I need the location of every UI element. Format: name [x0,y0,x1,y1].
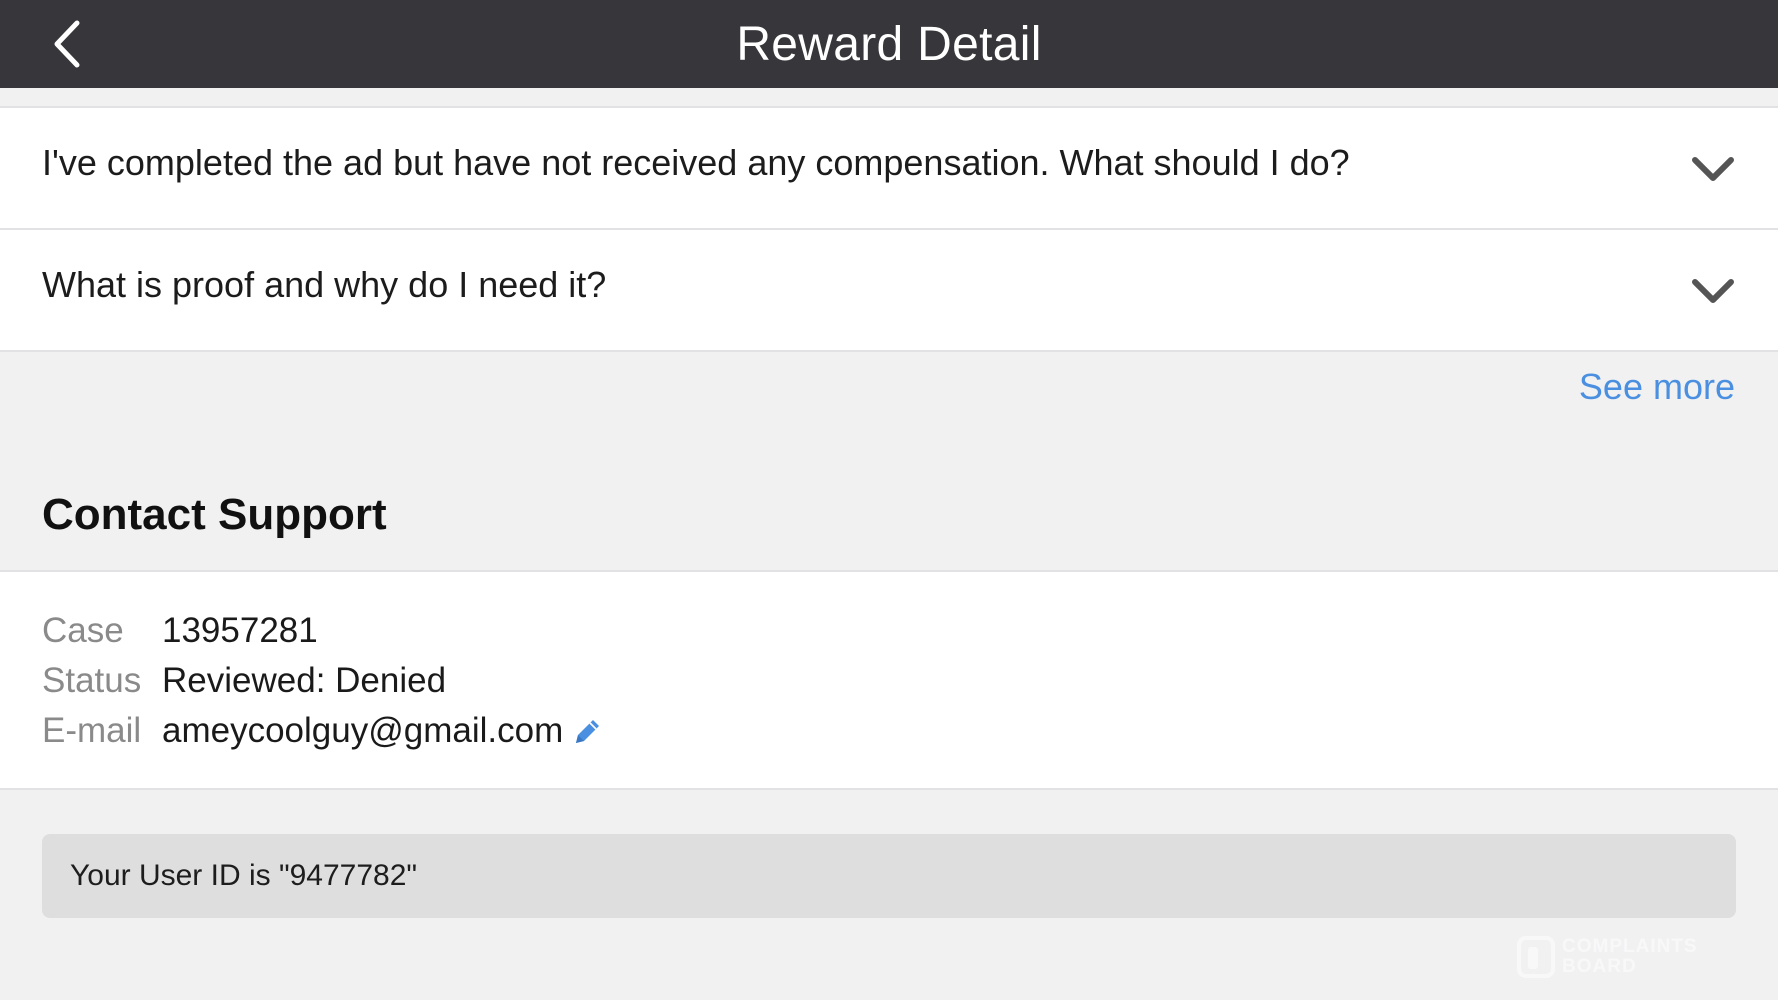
faq-list: I've completed the ad but have not recei… [0,106,1778,352]
status-row: Status Reviewed: Denied [42,656,446,706]
email-value: ameycoolguy@gmail.com [162,711,564,750]
status-value: Reviewed: Denied [162,661,447,700]
watermark-line2: BOARD [1562,956,1637,977]
contact-info-card: Case 13957281 Status Reviewed: Denied E-… [0,570,1778,790]
complaints-board-logo-icon [1517,936,1555,978]
watermark-logo: COMPLAINTS BOARD [1516,930,1736,984]
email-row: E-mail ameycoolguy@gmail.com [42,706,603,756]
watermark-text: COMPLAINTS BOARD [1562,937,1698,977]
faq-question: What is proof and why do I need it? [42,264,607,305]
email-label: E-mail [42,711,142,750]
chevron-down-icon[interactable] [1690,146,1736,192]
user-id-text: Your User ID is "9477782" [70,859,418,892]
user-id-box: Your User ID is "9477782" [42,834,1736,918]
case-label: Case [42,611,124,650]
app-root: Reward Detail I've completed the ad but … [0,0,1778,1000]
top-bar: Reward Detail [0,0,1778,88]
faq-item-proof[interactable]: What is proof and why do I need it? [0,230,1778,352]
see-more-link[interactable]: See more [1579,366,1735,408]
watermark-line1: COMPLAINTS [1562,936,1698,957]
page-title: Reward Detail [736,17,1042,71]
case-value: 13957281 [162,611,318,650]
chevron-down-icon[interactable] [1690,268,1736,314]
pencil-icon[interactable] [573,716,603,746]
case-row: Case 13957281 [42,606,318,656]
contact-support-heading: Contact Support [42,490,387,539]
status-label: Status [42,661,142,700]
faq-item-compensation[interactable]: I've completed the ad but have not recei… [0,108,1778,230]
faq-question: I've completed the ad but have not recei… [42,142,1350,183]
